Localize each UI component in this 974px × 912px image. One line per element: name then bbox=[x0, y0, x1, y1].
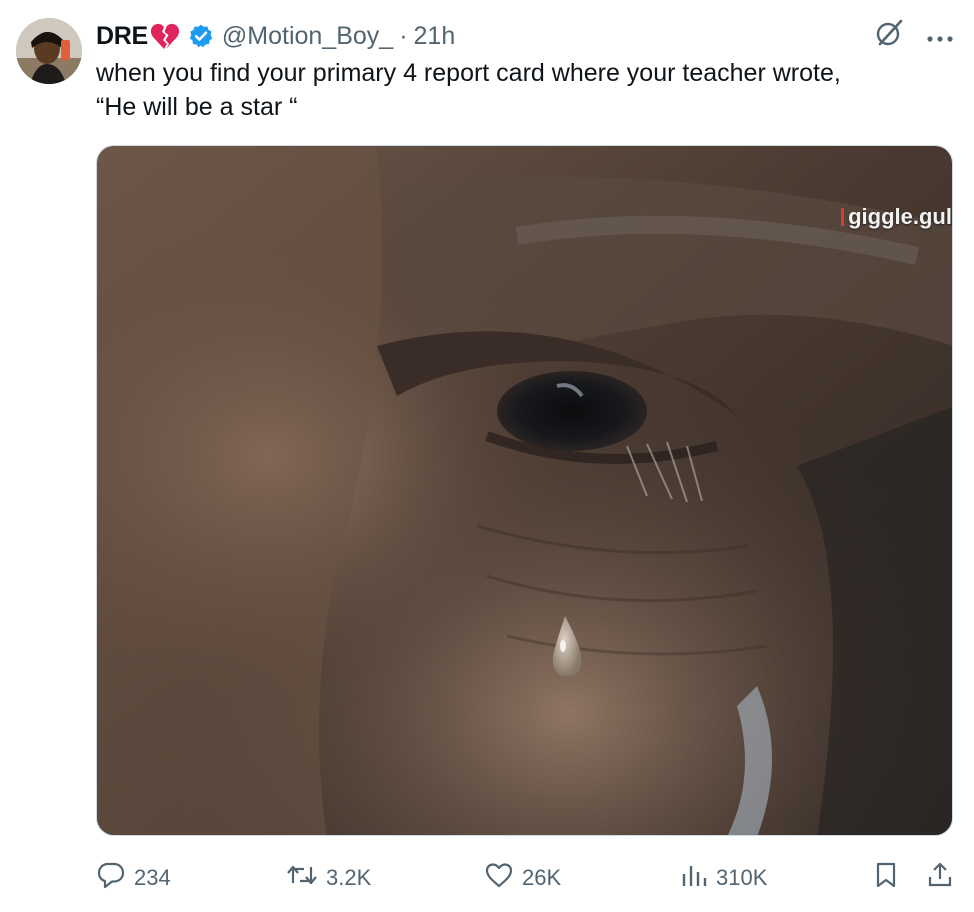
reply-icon bbox=[96, 861, 134, 895]
reply-count: 234 bbox=[134, 865, 171, 890]
user-handle[interactable]: @Motion_Boy_ bbox=[222, 22, 393, 51]
crying-eye-photo bbox=[97, 146, 952, 835]
views-icon bbox=[680, 862, 716, 894]
watermark: giggle.gul bbox=[841, 204, 952, 230]
separator-dot: · bbox=[399, 21, 408, 50]
avatar[interactable] bbox=[16, 18, 82, 84]
like-button[interactable]: 26K bbox=[484, 858, 561, 898]
tweet-text-line-1: when you find your primary 4 report card… bbox=[96, 59, 841, 87]
views-button[interactable]: 310K bbox=[680, 858, 767, 898]
bookmark-icon bbox=[874, 861, 906, 895]
display-name[interactable]: DRE bbox=[96, 22, 148, 51]
like-count: 26K bbox=[522, 865, 562, 890]
reply-button[interactable]: 234 bbox=[96, 858, 171, 898]
share-button[interactable] bbox=[926, 858, 962, 898]
views-count: 310K bbox=[716, 865, 768, 890]
repost-count: 3.2K bbox=[326, 865, 372, 890]
tweet-text-line-2: “He will be a star “ bbox=[96, 93, 298, 121]
broken-heart-icon bbox=[150, 22, 180, 50]
timestamp[interactable]: 21h bbox=[414, 22, 456, 51]
tweet-actions: 234 3.2K 26K 310K bbox=[96, 858, 958, 898]
repost-button[interactable]: 3.2K bbox=[286, 858, 371, 898]
tweet-image[interactable]: giggle.gul bbox=[96, 145, 953, 836]
tweet-text: when you find your primary 4 report card… bbox=[96, 56, 956, 124]
repost-icon bbox=[286, 862, 326, 894]
watermark-text: giggle.gul bbox=[848, 204, 952, 229]
header-actions bbox=[874, 18, 954, 55]
bookmark-button[interactable] bbox=[874, 858, 906, 898]
tweet-header: DRE @Motion_Boy_ · 21h bbox=[96, 18, 954, 55]
grok-icon[interactable] bbox=[874, 18, 904, 55]
verified-badge-icon[interactable] bbox=[188, 23, 214, 49]
share-icon bbox=[926, 861, 962, 895]
more-icon[interactable] bbox=[926, 22, 954, 51]
like-icon bbox=[484, 862, 522, 894]
